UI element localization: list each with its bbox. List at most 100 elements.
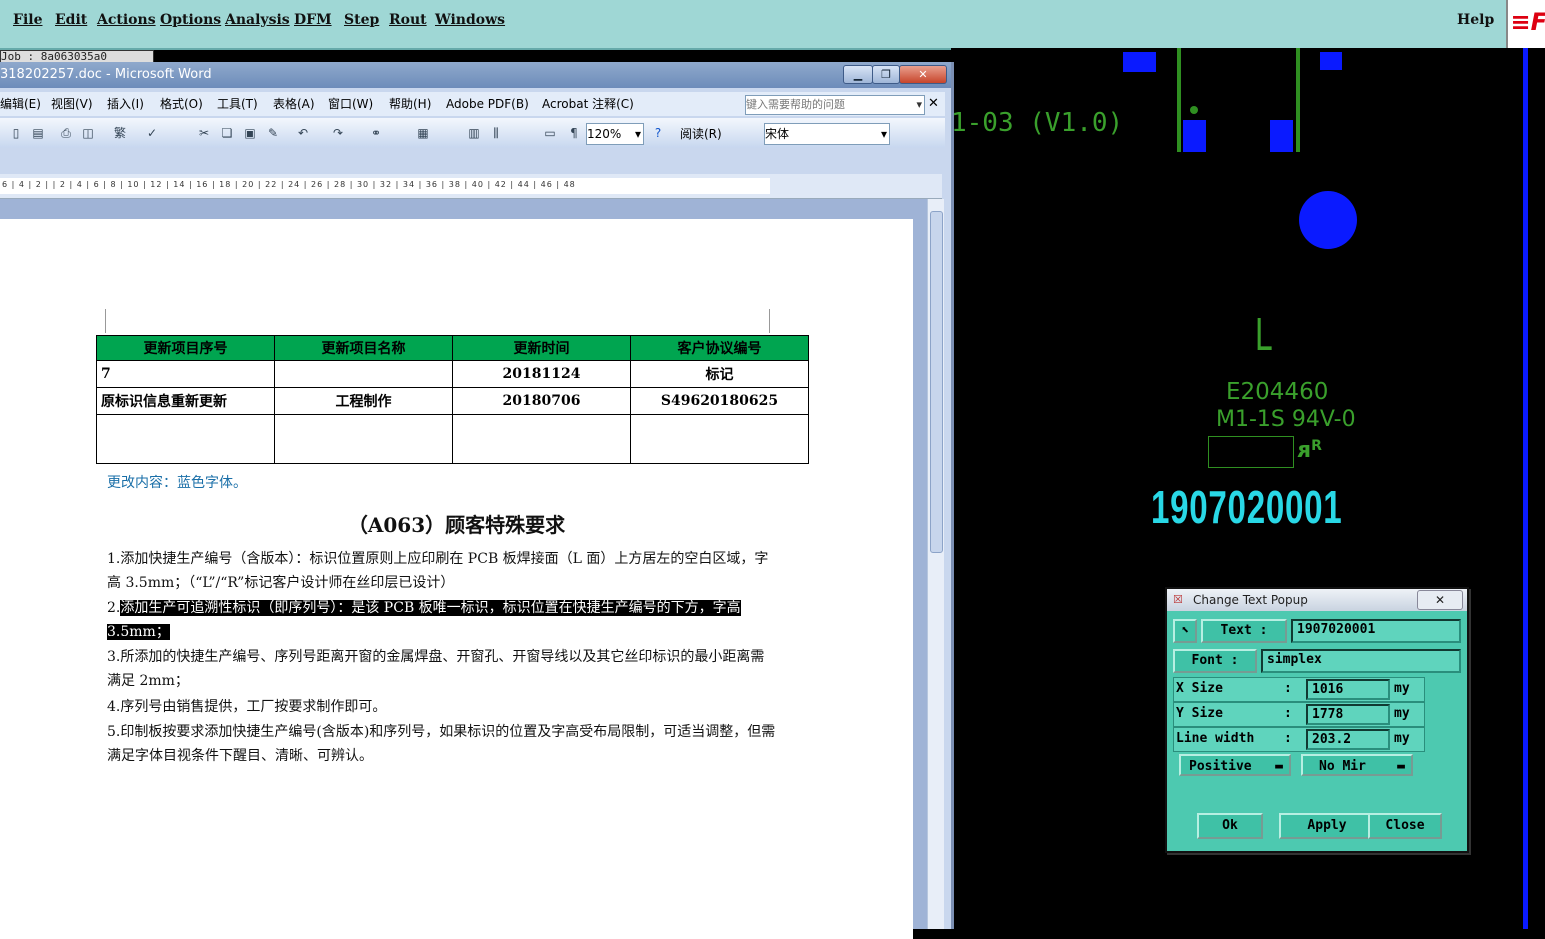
pick-arrow-icon[interactable]: ⬉: [1173, 619, 1197, 643]
table-cell[interactable]: 20180706: [452, 387, 631, 415]
minimize-button[interactable]: ▁: [843, 65, 873, 84]
menu-options[interactable]: Options: [160, 12, 221, 28]
apply-button[interactable]: Apply: [1279, 813, 1375, 839]
read-mode-button[interactable]: 阅读(R): [680, 125, 722, 142]
y-size-field[interactable]: 1778: [1306, 704, 1390, 725]
x-size-field[interactable]: 1016: [1306, 679, 1390, 700]
close-doc-icon[interactable]: ✕: [928, 92, 939, 116]
zoom-select[interactable]: 120% ▾: [586, 123, 644, 145]
app-logo: ≡F: [1506, 0, 1545, 48]
menu-table-cn[interactable]: 表格(A): [273, 92, 315, 116]
table-cell[interactable]: 7: [96, 360, 275, 388]
menu-dfm[interactable]: DFM: [294, 12, 332, 28]
table-cell[interactable]: [96, 414, 275, 464]
menu-step[interactable]: Step: [344, 12, 379, 28]
scroll-thumb[interactable]: [930, 211, 943, 553]
mirror-select[interactable]: No Mir ▬: [1301, 754, 1413, 776]
font-button[interactable]: Font :: [1173, 649, 1257, 673]
menu-file[interactable]: File: [13, 12, 42, 28]
help-search-input[interactable]: 键入需要帮助的问题 ▾: [745, 95, 925, 115]
menu-insert-cn[interactable]: 插入(I): [107, 92, 144, 116]
print-icon[interactable]: ⎙: [58, 125, 74, 141]
unit-label: my: [1394, 681, 1410, 696]
word-toolbar: ▯ ▤ ⎙ ◫ 繁 ✓ ✂ ❏ ▣ ✎ ↶ ↷ ⚭ ▦ ▥ ⫼ ▭ ¶ 120%…: [0, 118, 945, 148]
show-marks-icon[interactable]: ¶: [566, 125, 582, 141]
format-painter-icon[interactable]: ✎: [265, 125, 281, 141]
option-menu-icon: ▬: [1397, 759, 1405, 774]
requirement-item: 5.印制板按要求添加快捷生产编号(含版本)和序列号，如果标识的位置及字高受布局限…: [107, 724, 776, 764]
menu-acrobat[interactable]: Acrobat 注释(C): [542, 92, 634, 116]
table-header: 更新项目序号: [96, 335, 275, 361]
spell-icon[interactable]: ✓: [144, 125, 160, 141]
via-pad: [1299, 191, 1357, 249]
maximize-button[interactable]: ❐: [872, 65, 900, 84]
polarity-select[interactable]: Positive ▬: [1179, 754, 1291, 776]
menu-analysis[interactable]: Analysis: [225, 12, 290, 28]
menu-window-cn[interactable]: 窗口(W): [328, 92, 373, 116]
doc-map-icon[interactable]: ▭: [542, 125, 558, 141]
serial-number-text[interactable]: 1907020001: [1151, 480, 1342, 534]
vertical-scrollbar[interactable]: [927, 199, 944, 929]
chevron-down-icon[interactable]: ▾: [635, 124, 641, 144]
text-button[interactable]: Text :: [1201, 619, 1287, 643]
layer-letter: L: [1254, 310, 1272, 361]
cad-menubar: File Edit Actions Options Analysis DFM S…: [0, 0, 1545, 50]
help-icon[interactable]: ?: [650, 125, 666, 141]
menu-view-cn[interactable]: 视图(V): [51, 92, 93, 116]
copy-icon[interactable]: ❏: [219, 125, 235, 141]
table-cell[interactable]: [630, 414, 809, 464]
table-cell[interactable]: 标记: [630, 360, 809, 388]
table-cell[interactable]: [274, 360, 453, 388]
menu-help[interactable]: Help: [1457, 12, 1494, 28]
ok-button[interactable]: Ok: [1197, 813, 1263, 839]
cut-icon[interactable]: ✂: [196, 125, 212, 141]
redo-icon[interactable]: ↷: [330, 125, 346, 141]
pad: [1320, 52, 1342, 70]
y-size-label: Y Size: [1176, 706, 1223, 721]
close-button[interactable]: Close: [1368, 813, 1442, 839]
chevron-down-icon[interactable]: ▾: [916, 96, 922, 114]
open-icon[interactable]: ▤: [30, 125, 46, 141]
silk-dot: [1190, 106, 1198, 114]
menu-edit[interactable]: Edit: [55, 12, 87, 28]
paste-icon[interactable]: ▣: [242, 125, 258, 141]
line-width-field[interactable]: 203.2: [1306, 729, 1390, 750]
close-window-button[interactable]: ✕: [899, 65, 947, 84]
selected-text[interactable]: 添加生产可追溯性标识（即序列号）：是该 PCB 板唯一标识，标识位置在快捷生产编…: [107, 600, 741, 640]
traditional-chinese-icon[interactable]: 繁: [112, 125, 128, 141]
menu-help-cn[interactable]: 帮助(H): [389, 92, 431, 116]
hyperlink-icon[interactable]: ⚭: [368, 125, 384, 141]
table-cell[interactable]: 工程制作: [274, 387, 453, 415]
document-page[interactable]: 更新项目序号 更新项目名称 更新时间 客户协议编号 7 20181124 标记 …: [0, 219, 913, 939]
menu-adobe-pdf[interactable]: Adobe PDF(B): [446, 92, 529, 116]
menu-windows[interactable]: Windows: [435, 12, 505, 28]
menu-actions[interactable]: Actions: [97, 12, 156, 28]
table-cell[interactable]: 原标识信息重新更新: [96, 387, 275, 415]
drawing-icon[interactable]: ⫼: [488, 125, 504, 141]
table-cell[interactable]: S49620180625: [630, 387, 809, 415]
menu-format-cn[interactable]: 格式(O): [160, 92, 203, 116]
menu-tools-cn[interactable]: 工具(T): [217, 92, 258, 116]
undo-icon[interactable]: ↶: [295, 125, 311, 141]
change-note: 更改内容：蓝色字体。: [107, 475, 247, 491]
pad: [1270, 120, 1293, 152]
x-size-row: X Size : 1016 my: [1173, 677, 1425, 702]
popup-close-icon[interactable]: ✕: [1417, 590, 1463, 610]
table-cell[interactable]: 20181124: [452, 360, 631, 388]
columns-icon[interactable]: ▥: [466, 125, 482, 141]
table-icon[interactable]: ▦: [415, 125, 431, 141]
chevron-down-icon[interactable]: ▾: [881, 124, 887, 144]
ul-logo: ᴙR: [1297, 438, 1322, 463]
preview-icon[interactable]: ◫: [80, 125, 96, 141]
font-field[interactable]: simplex: [1261, 649, 1461, 673]
table-cell[interactable]: [452, 414, 631, 464]
font-select[interactable]: 宋体 ▾: [764, 123, 890, 145]
menu-rout[interactable]: Rout: [389, 12, 427, 28]
new-doc-icon[interactable]: ▯: [8, 125, 24, 141]
popup-titlebar: ☒ Change Text Popup ✕: [1167, 589, 1467, 611]
text-field[interactable]: 1907020001: [1291, 619, 1461, 643]
ruler: 6 | 4 | 2 | | 2 | 4 | 6 | 8 | 10 | 12 | …: [0, 174, 942, 199]
table-cell[interactable]: [274, 414, 453, 464]
version-label: 1-03 (V1.0): [951, 108, 1124, 138]
menu-edit-cn[interactable]: 编辑(E): [0, 92, 41, 116]
